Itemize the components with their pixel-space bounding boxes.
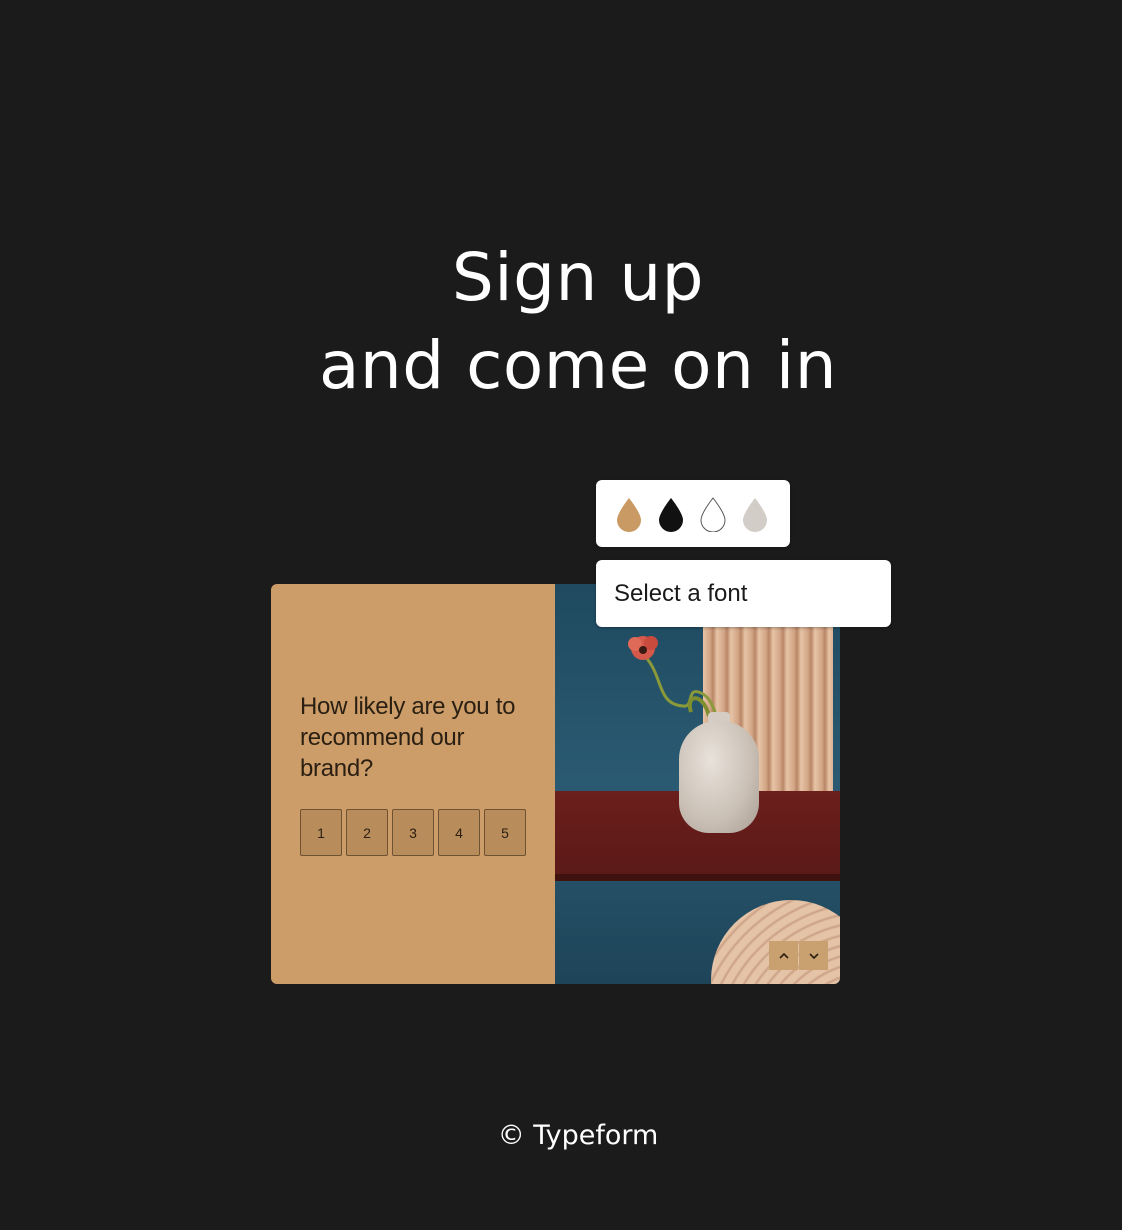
black-drop-icon[interactable]: [656, 496, 686, 532]
chevron-down-icon: [808, 952, 819, 959]
form-navigation: [769, 941, 828, 970]
tan-drop-icon[interactable]: [614, 496, 644, 532]
vase: [679, 721, 759, 833]
rating-option-3[interactable]: 3: [392, 809, 434, 856]
footer-copyright: © Typeform: [497, 1120, 659, 1151]
headline-line-2: and come on in: [318, 327, 838, 404]
form-preview-card: How likely are you to recommend our bran…: [271, 584, 840, 984]
white-drop-icon[interactable]: [698, 496, 728, 532]
shelf-edge: [555, 874, 840, 881]
rating-option-4[interactable]: 4: [438, 809, 480, 856]
light-gray-drop-icon[interactable]: [740, 496, 770, 532]
question-text: How likely are you to recommend our bran…: [300, 693, 516, 782]
chevron-up-icon: [778, 952, 789, 959]
rating-option-5[interactable]: 5: [484, 809, 526, 856]
rating-option-1[interactable]: 1: [300, 809, 342, 856]
next-question-button[interactable]: [799, 941, 828, 970]
font-selector[interactable]: Select a font: [596, 560, 891, 627]
page-headline: Sign up and come on in: [0, 234, 1122, 410]
headline-line-1: Sign up: [451, 239, 705, 316]
rating-scale: 1 2 3 4 5: [300, 809, 526, 856]
product-photo: [555, 584, 840, 984]
color-swatch-picker: [596, 480, 790, 547]
previous-question-button[interactable]: [769, 941, 798, 970]
question-panel: How likely are you to recommend our bran…: [271, 584, 555, 984]
rating-option-2[interactable]: 2: [346, 809, 388, 856]
